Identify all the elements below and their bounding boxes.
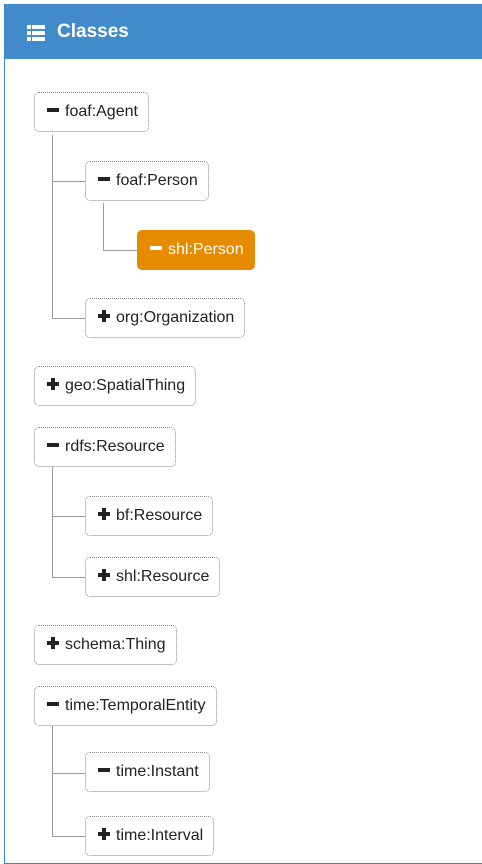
tree-node-label: foaf:Person — [116, 172, 198, 189]
tree-node-shl-resource[interactable]: shl:Resource — [85, 557, 221, 597]
tree-connector — [52, 318, 86, 319]
tree-node-label: geo:SpatialThing — [65, 377, 186, 394]
expand-icon[interactable] — [98, 507, 110, 520]
tree-connector — [52, 135, 53, 319]
tree-node-org-organization[interactable]: org:Organization — [85, 298, 246, 338]
expand-icon[interactable] — [47, 377, 59, 390]
tree-node-label: foaf:Agent — [65, 103, 138, 120]
tree-node-label: shl:Person — [168, 241, 244, 258]
tree-node-label: time:Instant — [116, 763, 199, 780]
tree-node-geo-spatialthing[interactable]: geo:SpatialThing — [34, 366, 197, 406]
tree-connector — [52, 836, 86, 837]
tree-node-time-temporalentity[interactable]: time:TemporalEntity — [34, 686, 217, 726]
expand-icon[interactable] — [47, 636, 59, 649]
tree-node-label: bf:Resource — [116, 507, 203, 524]
tree-connector — [52, 181, 86, 182]
tree-node-rdfs-resource[interactable]: rdfs:Resource — [34, 427, 176, 467]
tree-node-label: time:Interval — [116, 827, 204, 844]
panel-title: Classes — [57, 21, 129, 42]
expand-icon[interactable] — [98, 827, 110, 840]
tree-connector — [103, 250, 137, 251]
tree-node-label: shl:Resource — [116, 568, 210, 585]
classes-panel: Classes foaf:Agent foaf:Person shl:Perso… — [4, 4, 482, 864]
expand-icon[interactable] — [98, 568, 110, 581]
tree-node-time-interval[interactable]: time:Interval — [85, 816, 215, 856]
collapse-icon[interactable] — [47, 442, 59, 447]
tree-node-schema-thing[interactable]: schema:Thing — [34, 625, 177, 665]
tree-node-label: rdfs:Resource — [65, 438, 165, 455]
collapse-icon[interactable] — [47, 701, 59, 706]
collapse-icon[interactable] — [98, 767, 110, 772]
tree-node-time-instant[interactable]: time:Instant — [85, 752, 210, 792]
tree-node-bf-resource[interactable]: bf:Resource — [85, 496, 214, 536]
tree-connector — [52, 465, 53, 578]
tree-connector — [52, 516, 86, 517]
tree-node-label: org:Organization — [116, 309, 235, 326]
expand-icon[interactable] — [98, 309, 110, 322]
tree-connector — [52, 773, 86, 774]
tree-node-label: time:TemporalEntity — [65, 697, 206, 714]
panel-header: Classes — [5, 5, 482, 59]
tree-node-shl-person[interactable]: shl:Person — [137, 230, 255, 270]
tree-node-foaf-person[interactable]: foaf:Person — [85, 161, 209, 201]
tree-connector — [52, 577, 86, 578]
collapse-icon[interactable] — [98, 176, 110, 181]
list-icon — [27, 25, 45, 41]
collapse-icon[interactable] — [150, 245, 162, 250]
collapse-icon[interactable] — [47, 107, 59, 112]
tree-node-foaf-agent[interactable]: foaf:Agent — [34, 92, 149, 132]
tree-connector — [52, 725, 53, 837]
tree-connector — [103, 203, 104, 251]
tree-node-label: schema:Thing — [65, 636, 166, 653]
